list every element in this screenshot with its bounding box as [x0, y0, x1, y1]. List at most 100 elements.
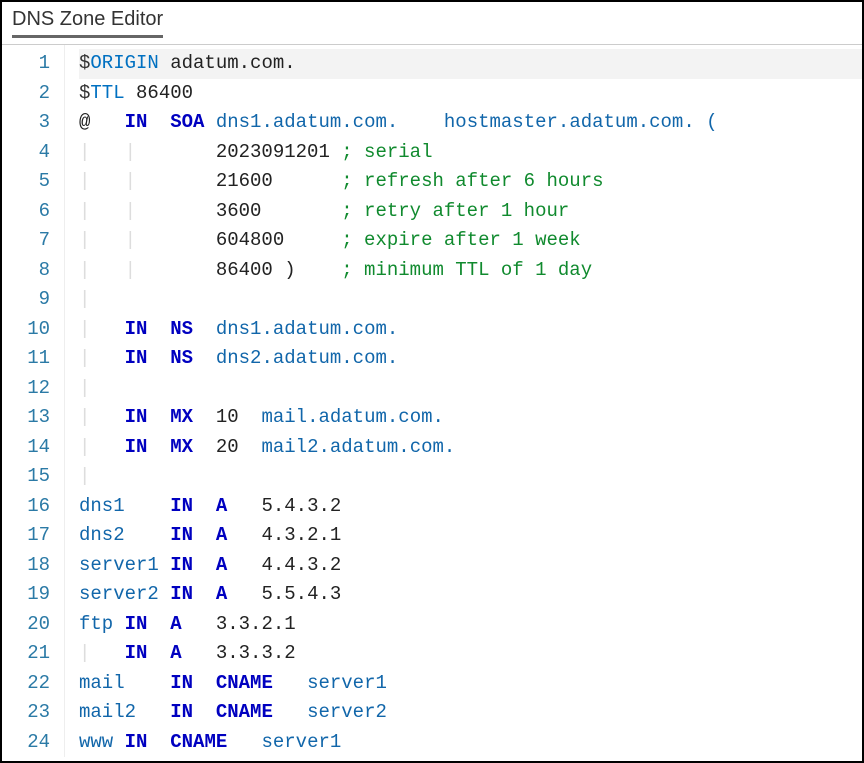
token: A: [216, 521, 227, 551]
token: IN: [125, 403, 148, 433]
token: [147, 403, 170, 433]
code-line[interactable]: server1 IN A 4.4.3.2: [79, 551, 862, 581]
code-line[interactable]: |: [79, 285, 862, 315]
token: 2023091201: [216, 138, 341, 168]
token: IN: [170, 669, 193, 699]
code-line[interactable]: |: [79, 374, 862, 404]
token: IN: [170, 492, 193, 522]
token: IN: [125, 639, 148, 669]
code-line[interactable]: | IN MX 20 mail2.adatum.com.: [79, 433, 862, 463]
code-line[interactable]: | IN NS dns1.adatum.com.: [79, 315, 862, 345]
token: A: [216, 580, 227, 610]
token: 10: [193, 403, 261, 433]
token: IN: [170, 551, 193, 581]
token: CNAME: [216, 669, 273, 699]
token: dns2.adatum.com.: [193, 344, 398, 374]
token: IN: [125, 108, 148, 138]
token: | |: [79, 197, 216, 227]
editor-tab[interactable]: DNS Zone Editor: [12, 8, 163, 38]
token: [147, 315, 170, 345]
token: ; expire after 1 week: [341, 226, 580, 256]
token: dns1.adatum.com.: [193, 315, 398, 345]
token: [147, 610, 170, 640]
token: A: [216, 492, 227, 522]
token: server1: [79, 551, 170, 581]
token: dns2: [79, 521, 170, 551]
line-number: 9: [2, 285, 50, 315]
token: [193, 580, 216, 610]
code-line[interactable]: mail IN CNAME server1: [79, 669, 862, 699]
code-line[interactable]: dns2 IN A 4.3.2.1: [79, 521, 862, 551]
token: [193, 669, 216, 699]
token: mail2: [79, 698, 170, 728]
token: |: [79, 462, 90, 492]
code-line[interactable]: $ORIGIN adatum.com.: [79, 49, 862, 79]
token: | |: [79, 167, 216, 197]
token: $: [79, 49, 90, 79]
token: MX: [170, 433, 193, 463]
token: mail.adatum.com.: [261, 403, 443, 433]
code-line[interactable]: | IN MX 10 mail.adatum.com.: [79, 403, 862, 433]
line-number: 11: [2, 344, 50, 374]
code-line[interactable]: | IN A 3.3.3.2: [79, 639, 862, 669]
token: 5.4.3.2: [227, 492, 341, 522]
token: |: [79, 433, 125, 463]
token: 3600: [216, 197, 341, 227]
code-line[interactable]: | | 2023091201 ; serial: [79, 138, 862, 168]
token: 3.3.2.1: [182, 610, 296, 640]
token: 86400 ): [216, 256, 341, 286]
code-line[interactable]: | | 3600 ; retry after 1 hour: [79, 197, 862, 227]
token: IN: [170, 698, 193, 728]
token: 604800: [216, 226, 341, 256]
token: ftp: [79, 610, 125, 640]
code-area[interactable]: $ORIGIN adatum.com.$TTL 86400@ IN SOA dn…: [64, 45, 862, 757]
code-line[interactable]: |: [79, 462, 862, 492]
token: dns1.adatum.com. hostmaster.adatum.com. …: [204, 108, 717, 138]
token: [147, 639, 170, 669]
line-number: 4: [2, 138, 50, 168]
line-number: 7: [2, 226, 50, 256]
token: www: [79, 728, 125, 758]
code-line[interactable]: @ IN SOA dns1.adatum.com. hostmaster.ada…: [79, 108, 862, 138]
line-number: 8: [2, 256, 50, 286]
code-line[interactable]: $TTL 86400: [79, 79, 862, 109]
token: [193, 492, 216, 522]
code-line[interactable]: dns1 IN A 5.4.3.2: [79, 492, 862, 522]
code-line[interactable]: mail2 IN CNAME server2: [79, 698, 862, 728]
token: @: [79, 108, 125, 138]
token: MX: [170, 403, 193, 433]
line-number: 5: [2, 167, 50, 197]
token: |: [79, 639, 125, 669]
token: ; retry after 1 hour: [341, 197, 569, 227]
code-line[interactable]: | | 21600 ; refresh after 6 hours: [79, 167, 862, 197]
code-line[interactable]: ftp IN A 3.3.2.1: [79, 610, 862, 640]
code-line[interactable]: server2 IN A 5.5.4.3: [79, 580, 862, 610]
code-line[interactable]: www IN CNAME server1: [79, 728, 862, 758]
token: [147, 433, 170, 463]
line-number: 6: [2, 197, 50, 227]
token: 3.3.3.2: [182, 639, 296, 669]
token: |: [79, 374, 90, 404]
token: | |: [79, 256, 216, 286]
token: 20: [193, 433, 261, 463]
token: NS: [170, 315, 193, 345]
token: CNAME: [216, 698, 273, 728]
line-number: 3: [2, 108, 50, 138]
line-number: 21: [2, 639, 50, 669]
line-number: 18: [2, 551, 50, 581]
token: IN: [125, 315, 148, 345]
code-line[interactable]: | IN NS dns2.adatum.com.: [79, 344, 862, 374]
code-editor[interactable]: 123456789101112131415161718192021222324 …: [2, 45, 862, 757]
token: ; refresh after 6 hours: [341, 167, 603, 197]
line-number: 23: [2, 698, 50, 728]
line-number: 20: [2, 610, 50, 640]
token: | |: [79, 138, 216, 168]
token: SOA: [170, 108, 204, 138]
line-number: 16: [2, 492, 50, 522]
token: 21600: [216, 167, 341, 197]
token: mail: [79, 669, 170, 699]
code-line[interactable]: | | 604800 ; expire after 1 week: [79, 226, 862, 256]
token: IN: [170, 521, 193, 551]
token: A: [170, 639, 181, 669]
code-line[interactable]: | | 86400 ) ; minimum TTL of 1 day: [79, 256, 862, 286]
